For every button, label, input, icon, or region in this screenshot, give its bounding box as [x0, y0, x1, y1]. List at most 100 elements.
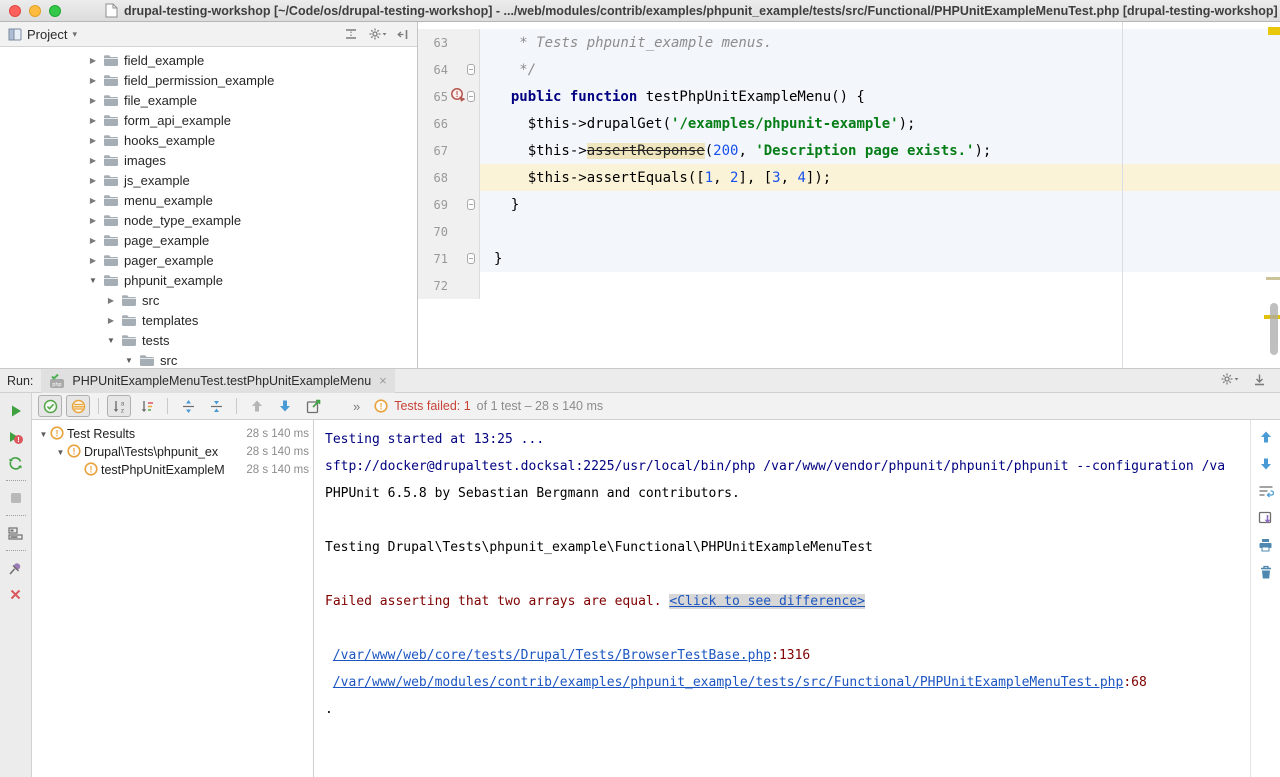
- chevron-down-icon[interactable]: ▼: [106, 336, 116, 345]
- editor-line[interactable]: 63 * Tests phpunit_example menus.: [418, 29, 1280, 56]
- console-link[interactable]: <Click to see difference>: [669, 594, 865, 609]
- chevron-right-icon[interactable]: ▶: [88, 136, 98, 145]
- chevron-right-icon[interactable]: ▶: [88, 196, 98, 205]
- rerun-failed-test-gutter-icon[interactable]: !: [450, 87, 466, 107]
- chevron-right-icon[interactable]: ▶: [88, 216, 98, 225]
- test-tree-item[interactable]: ▼!Test Results28 s 140 ms: [32, 425, 313, 443]
- settings-gear-icon[interactable]: [1220, 372, 1239, 389]
- editor-scrollbar-thumb[interactable]: [1270, 303, 1278, 355]
- hide-tool-window-icon[interactable]: [1253, 373, 1266, 389]
- collapse-all-icon[interactable]: [344, 27, 358, 41]
- fold-marker[interactable]: [467, 253, 475, 264]
- soft-wrap-button[interactable]: [1256, 482, 1276, 500]
- editor-gutter[interactable]: 65!: [418, 83, 480, 110]
- minimize-window-button[interactable]: [29, 5, 41, 17]
- pin-tab-button[interactable]: [4, 555, 28, 581]
- expand-all-button[interactable]: [176, 395, 200, 417]
- project-tree-item[interactable]: ▶field_example: [0, 50, 417, 70]
- scroll-to-end-button[interactable]: [1256, 509, 1276, 527]
- chevron-down-icon[interactable]: ▼: [88, 276, 98, 285]
- test-tree-item[interactable]: ▼!Drupal\Tests\phpunit_ex28 s 140 ms: [32, 443, 313, 461]
- chevron-down-icon[interactable]: ▼: [38, 430, 49, 439]
- editor-gutter[interactable]: 69: [418, 191, 480, 218]
- project-tree-item[interactable]: ▼tests: [0, 330, 417, 350]
- editor-line[interactable]: 65! public function testPhpUnitExampleMe…: [418, 83, 1280, 110]
- error-stripe-mark[interactable]: [1268, 27, 1280, 35]
- up-stack-trace-button[interactable]: [1256, 428, 1276, 446]
- run-configuration-tab[interactable]: php PHPUnitExampleMenuTest.testPhpUnitEx…: [41, 369, 394, 393]
- restore-layout-button[interactable]: [4, 520, 28, 546]
- settings-gear-icon[interactable]: [368, 27, 387, 41]
- chevron-right-icon[interactable]: ▶: [88, 176, 98, 185]
- editor-line[interactable]: 66 $this->drupalGet('/examples/phpunit-e…: [418, 110, 1280, 137]
- project-tree-item[interactable]: ▶images: [0, 150, 417, 170]
- chevron-right-icon[interactable]: ▶: [88, 96, 98, 105]
- chevron-right-icon[interactable]: ▶: [106, 296, 116, 305]
- chevron-right-icon[interactable]: ▶: [88, 56, 98, 65]
- editor-line[interactable]: 72: [418, 272, 1280, 299]
- editor-gutter[interactable]: 64: [418, 56, 480, 83]
- editor-line[interactable]: 67 $this->assertResponse(200, 'Descripti…: [418, 137, 1280, 164]
- import-test-results-button[interactable]: [301, 395, 325, 417]
- chevron-down-icon[interactable]: ▼: [55, 448, 66, 457]
- editor-gutter[interactable]: 63: [418, 29, 480, 56]
- editor-gutter[interactable]: 72: [418, 272, 480, 299]
- close-window-button[interactable]: [9, 5, 21, 17]
- hide-panel-icon[interactable]: [397, 28, 409, 41]
- chevron-right-icon[interactable]: ▶: [88, 76, 98, 85]
- project-tree-item[interactable]: ▶menu_example: [0, 190, 417, 210]
- chevron-right-icon[interactable]: ▶: [88, 256, 98, 265]
- project-tree-item[interactable]: ▶pager_example: [0, 250, 417, 270]
- editor-line[interactable]: 64 */: [418, 56, 1280, 83]
- code-editor[interactable]: 63 * Tests phpunit_example menus.64 */65…: [418, 22, 1280, 368]
- project-tree-item[interactable]: ▶file_example: [0, 90, 417, 110]
- stop-button[interactable]: [4, 485, 28, 511]
- editor-line[interactable]: 69 }: [418, 191, 1280, 218]
- clear-console-button[interactable]: [1256, 563, 1276, 581]
- console-link[interactable]: /var/www/web/modules/contrib/examples/ph…: [333, 675, 1124, 690]
- project-tree-item[interactable]: ▶src: [0, 290, 417, 310]
- project-tree-item[interactable]: ▼src: [0, 350, 417, 368]
- chevrons-more-icon[interactable]: »: [353, 399, 360, 414]
- project-tree-item[interactable]: ▶field_permission_example: [0, 70, 417, 90]
- chevron-down-icon[interactable]: ▼: [124, 356, 134, 365]
- zoom-window-button[interactable]: [49, 5, 61, 17]
- test-console[interactable]: Testing started at 13:25 ...sftp://docke…: [314, 420, 1280, 777]
- project-tree-item[interactable]: ▶page_example: [0, 230, 417, 250]
- toggle-auto-test-button[interactable]: [4, 450, 28, 476]
- previous-failed-test-button[interactable]: [245, 395, 269, 417]
- chevron-right-icon[interactable]: ▶: [106, 316, 116, 325]
- close-tool-window-button[interactable]: [4, 581, 28, 607]
- chevron-right-icon[interactable]: ▶: [88, 236, 98, 245]
- editor-gutter[interactable]: 66: [418, 110, 480, 137]
- editor-gutter[interactable]: 70: [418, 218, 480, 245]
- sort-alphabetically-button[interactable]: az: [107, 395, 131, 417]
- show-passed-button[interactable]: [38, 395, 62, 417]
- project-tree-item[interactable]: ▶hooks_example: [0, 130, 417, 150]
- chevron-right-icon[interactable]: ▶: [88, 116, 98, 125]
- project-tree-item[interactable]: ▶node_type_example: [0, 210, 417, 230]
- sort-by-duration-button[interactable]: [135, 395, 159, 417]
- editor-gutter[interactable]: 67: [418, 137, 480, 164]
- project-tree-item[interactable]: ▶form_api_example: [0, 110, 417, 130]
- project-tool-button[interactable]: Project ▾: [8, 27, 77, 42]
- project-tree-item[interactable]: ▼phpunit_example: [0, 270, 417, 290]
- collapse-all-button[interactable]: [204, 395, 228, 417]
- editor-gutter[interactable]: 71: [418, 245, 480, 272]
- editor-line[interactable]: 70: [418, 218, 1280, 245]
- print-button[interactable]: [1256, 536, 1276, 554]
- show-ignored-button[interactable]: [66, 395, 90, 417]
- fold-marker[interactable]: [467, 199, 475, 210]
- project-tree-item[interactable]: ▶js_example: [0, 170, 417, 190]
- fold-marker[interactable]: [467, 91, 475, 102]
- console-link[interactable]: /var/www/web/core/tests/Drupal/Tests/Bro…: [333, 648, 771, 663]
- editor-line[interactable]: 68 $this->assertEquals([1, 2], [3, 4]);: [418, 164, 1280, 191]
- down-stack-trace-button[interactable]: [1256, 455, 1276, 473]
- rerun-button[interactable]: [4, 398, 28, 424]
- project-tree-item[interactable]: ▶templates: [0, 310, 417, 330]
- editor-gutter[interactable]: 68: [418, 164, 480, 191]
- next-failed-test-button[interactable]: [273, 395, 297, 417]
- close-icon[interactable]: ×: [379, 373, 387, 388]
- fold-marker[interactable]: [467, 64, 475, 75]
- editor-line[interactable]: 71}: [418, 245, 1280, 272]
